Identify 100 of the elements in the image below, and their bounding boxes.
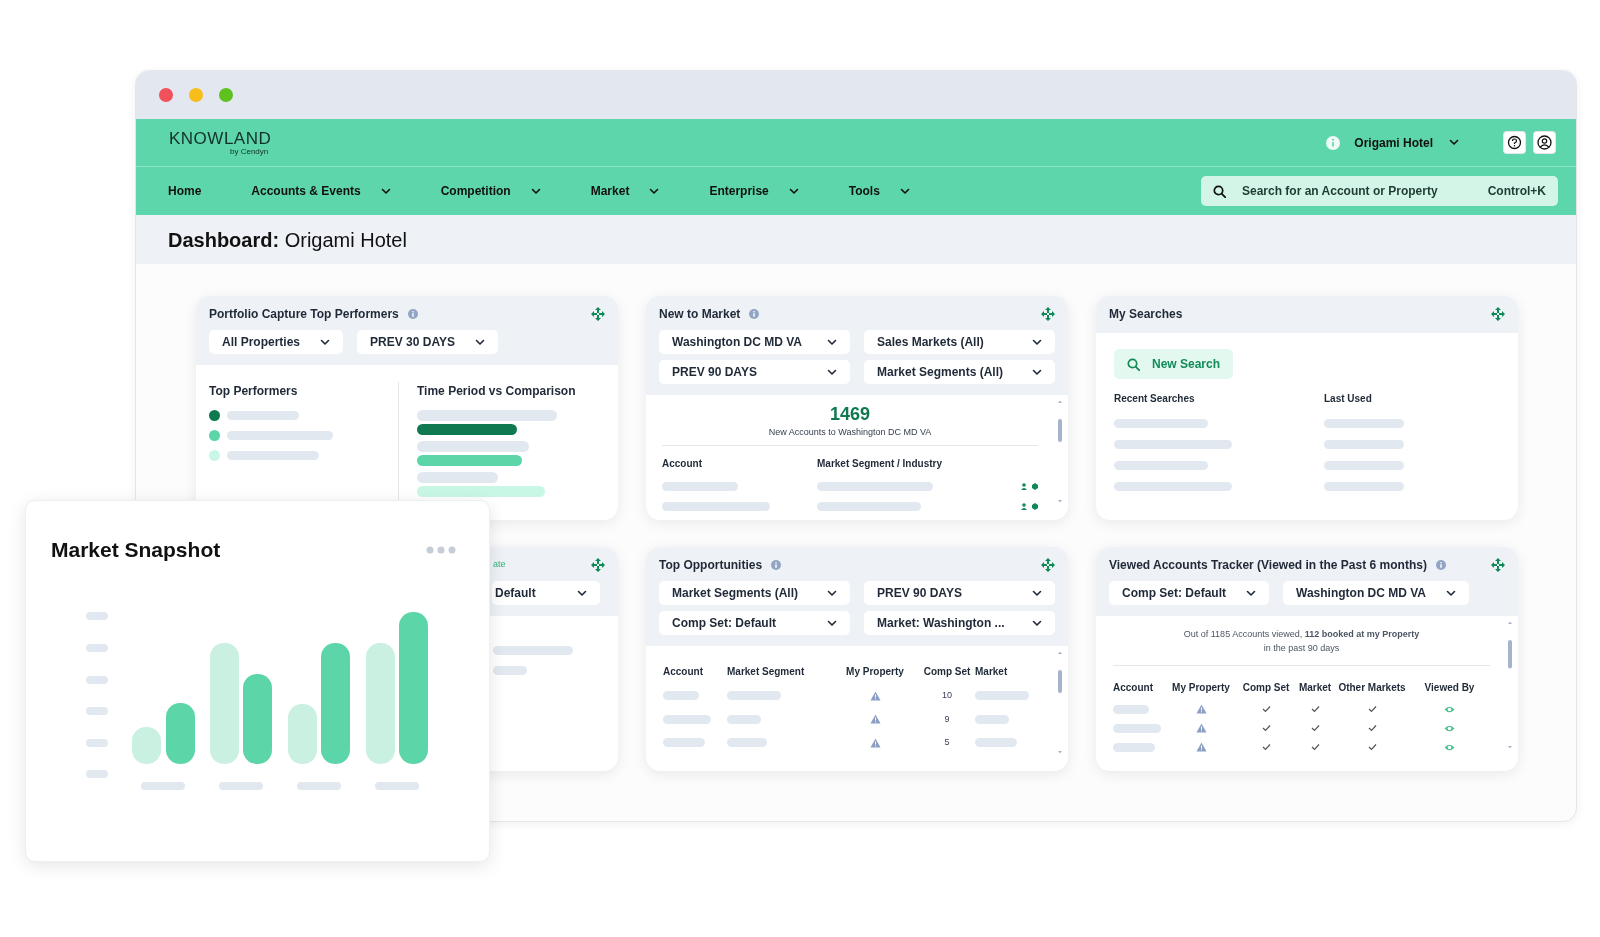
close-window-button[interactable] xyxy=(159,88,173,102)
card-title: My Searches xyxy=(1109,306,1183,323)
warning-icon xyxy=(869,690,881,701)
card-title-fragment: ate xyxy=(493,558,506,572)
column-header: Account xyxy=(663,665,704,679)
logo-tagline: by Cendyn xyxy=(230,147,269,156)
warning-icon xyxy=(869,714,881,725)
placeholder-bar xyxy=(86,738,108,747)
help-icon[interactable] xyxy=(1503,131,1526,154)
dropdown[interactable]: Comp Set: Default xyxy=(1109,581,1269,605)
column-header: Viewed By xyxy=(1424,681,1475,695)
dropdown[interactable]: Washington DC MD VA xyxy=(1283,581,1469,605)
placeholder-bar xyxy=(1113,723,1161,733)
eye-icon xyxy=(1444,723,1455,733)
scrollbar[interactable] xyxy=(1506,620,1514,750)
chevron-down-icon xyxy=(530,187,541,195)
info-icon xyxy=(1326,135,1341,150)
chevron-down-icon xyxy=(827,368,837,376)
move-icon[interactable] xyxy=(1491,307,1505,321)
chevron-down-icon xyxy=(577,589,587,597)
table-cell-text: 10 xyxy=(942,689,952,702)
move-icon[interactable] xyxy=(1041,558,1055,572)
dropdown[interactable]: PREV 90 DAYS xyxy=(659,360,850,384)
check-icon xyxy=(1261,705,1271,713)
placeholder-bar xyxy=(86,611,108,620)
placeholder-bar xyxy=(141,781,185,790)
placeholder-bar xyxy=(727,738,767,748)
search-icon xyxy=(1127,357,1140,371)
chevron-down-icon xyxy=(1449,139,1459,146)
chevron-down-icon xyxy=(320,338,331,346)
dropdown[interactable]: All Properties xyxy=(209,330,344,354)
bar xyxy=(288,703,317,764)
card-title: New to Market xyxy=(659,306,741,323)
check-icon xyxy=(1367,724,1377,732)
placeholder-bar xyxy=(663,714,711,724)
nav-item[interactable]: Home xyxy=(168,182,202,200)
chevron-down-icon xyxy=(827,589,837,597)
column-header: My Property xyxy=(1172,681,1230,695)
placeholder-bar xyxy=(727,691,781,701)
nav-item[interactable]: Competition xyxy=(440,182,541,200)
table-cell: 9 xyxy=(944,712,950,726)
scrollbar[interactable] xyxy=(1056,650,1064,755)
nav-item[interactable]: Enterprise xyxy=(709,182,799,200)
chevron-down-icon xyxy=(899,187,910,195)
placeholder-bar xyxy=(493,666,527,675)
column-header: My Property xyxy=(846,665,904,679)
scrollbar[interactable] xyxy=(1056,399,1064,504)
column-header: Recent Searches xyxy=(1114,392,1196,406)
column-header: Market Segment xyxy=(727,665,806,679)
check-icon xyxy=(1310,724,1320,732)
nav-item[interactable]: Market xyxy=(590,182,660,200)
page-title: Dashboard: Origami Hotel xyxy=(168,227,407,253)
chevron-down-icon xyxy=(1032,338,1042,346)
placeholder-bar xyxy=(727,714,761,724)
table-cell-text: 5 xyxy=(944,736,950,749)
total-count: 1469 xyxy=(829,403,870,426)
new-search-button[interactable]: New Search xyxy=(1114,349,1234,379)
card-title: Market Snapshot xyxy=(51,537,221,563)
dropdown[interactable]: Market Segments (All) xyxy=(864,360,1055,384)
dropdown[interactable]: Comp Set: Default xyxy=(659,611,850,635)
chevron-down-icon xyxy=(827,619,837,627)
placeholder-bar xyxy=(975,691,1029,701)
user-status-icon xyxy=(1021,503,1038,510)
dropdown[interactable]: PREV 30 DAYS xyxy=(357,330,498,354)
property-selector[interactable]: Origami Hotel xyxy=(1354,133,1459,152)
card-title: Portfolio Capture Top Performers xyxy=(209,306,399,323)
check-icon xyxy=(1261,724,1271,732)
warning-icon xyxy=(1195,742,1207,752)
nav-item[interactable]: Tools xyxy=(848,182,910,200)
chevron-down-icon xyxy=(1246,589,1256,597)
move-icon[interactable] xyxy=(591,307,605,321)
chevron-down-icon xyxy=(1446,589,1456,597)
chevron-down-icon xyxy=(788,187,799,195)
search-field[interactable]: Search for an Account or Property Control+K xyxy=(1201,176,1558,206)
eye-icon xyxy=(1444,704,1455,714)
nav-item[interactable]: Accounts & Events xyxy=(251,182,391,200)
placeholder-bar xyxy=(663,691,699,701)
bar xyxy=(166,702,195,764)
move-icon[interactable] xyxy=(1491,558,1505,572)
dropdown[interactable]: Sales Markets (All) xyxy=(864,330,1055,354)
column-header: Market xyxy=(975,665,1009,679)
warning-icon xyxy=(1195,704,1207,714)
chevron-down-icon xyxy=(1032,368,1042,376)
placeholder-bar xyxy=(1113,704,1149,714)
placeholder-bar xyxy=(86,643,108,652)
move-icon[interactable] xyxy=(1041,307,1055,321)
user-icon[interactable] xyxy=(1533,131,1556,154)
dropdown[interactable]: PREV 90 DAYS xyxy=(864,581,1055,605)
placeholder-bar xyxy=(975,738,1017,748)
dropdown[interactable]: Market Segments (All) xyxy=(659,581,850,605)
dropdown[interactable]: Washington DC MD VA xyxy=(659,330,850,354)
search-icon xyxy=(1213,184,1226,198)
dropdown[interactable]: Market: Washington ... xyxy=(864,611,1055,635)
placeholder-bar xyxy=(663,738,705,748)
logo-text: KNOWLAND xyxy=(169,129,272,147)
column-header: Other Markets xyxy=(1338,681,1406,695)
move-icon[interactable] xyxy=(591,558,605,572)
search-input[interactable]: Search for an Account or Property xyxy=(1242,182,1488,200)
check-icon xyxy=(1367,743,1377,751)
dropdown[interactable]: Default xyxy=(492,581,600,605)
